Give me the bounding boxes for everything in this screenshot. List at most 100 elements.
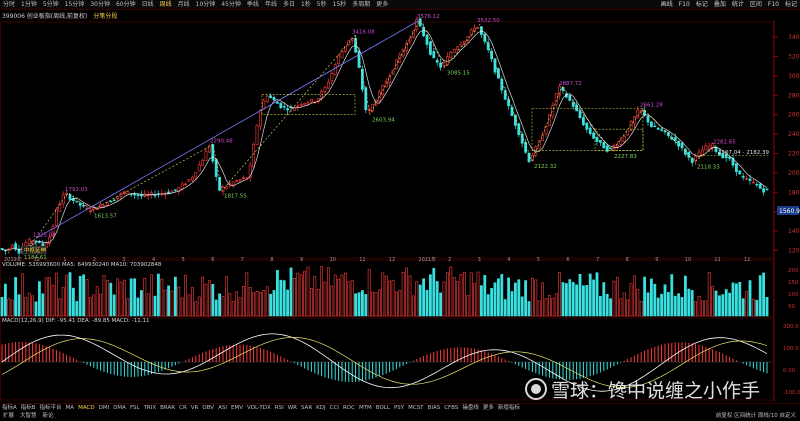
volume-bar (690, 290, 694, 317)
volume-bar (581, 285, 585, 317)
indicator-tab-30[interactable]: 新增指标 (496, 404, 522, 413)
pivot-label-16: 2282.65 (713, 139, 736, 145)
candle-body (595, 137, 599, 142)
indicator-tab-21[interactable]: ROC (341, 404, 357, 413)
indicator-tab-28[interactable]: 操盘线 (460, 404, 481, 413)
indicator-tab-3[interactable]: MA (64, 404, 77, 413)
pivot-label-6: 3416.08 (352, 30, 375, 36)
secondary-tab-0[interactable]: 扩展 (0, 412, 17, 421)
volume-bar (106, 280, 109, 317)
volume-bar (432, 267, 436, 317)
volume-bar (282, 280, 286, 317)
indicator-tab-22[interactable]: MTM (357, 404, 374, 413)
secondary-tab-1[interactable]: 大智慧 (17, 412, 40, 421)
volume-bar (541, 282, 545, 317)
chart-canvas[interactable]: 3400320030002800260024002200200018001600… (0, 0, 800, 403)
volume-bar (520, 296, 524, 317)
volume-bar (755, 299, 759, 317)
volume-bar (248, 287, 252, 317)
volume-bar (4, 283, 7, 317)
volume-bar (350, 280, 354, 317)
candle-body (619, 140, 623, 145)
indicator-tab-18[interactable]: SAR (299, 404, 314, 413)
indicator-tab-6[interactable]: DMA (111, 404, 128, 413)
indicator-tab-13[interactable]: ASI (216, 404, 229, 413)
volume-bar (575, 284, 579, 317)
volume-bar (265, 286, 269, 317)
volume-bar (123, 279, 126, 317)
volume-bar (656, 297, 660, 317)
indicator-tab-7[interactable]: FSL (128, 404, 142, 413)
indicator-tab-9[interactable]: BRAR (158, 404, 177, 413)
volume-bar (153, 295, 157, 317)
volume-bar (561, 282, 565, 317)
indicator-tab-16[interactable]: RSI (273, 404, 286, 413)
indicator-tabs: 指标A 指标B 指标平台 MA MACD DMI DMA FSL TRIX BRAR CR VR OBV… (0, 403, 800, 412)
volume-bar (214, 299, 218, 317)
indicator-tab-25[interactable]: MCST (406, 404, 425, 413)
price-tick-label-1: 3200 (788, 53, 800, 60)
candle-body (745, 178, 749, 180)
indicator-tab-24[interactable]: PSY (392, 404, 406, 413)
zigzag-stroke (21, 19, 717, 253)
volume-bar (286, 289, 290, 317)
volume-bar (289, 267, 293, 317)
candle-body (296, 105, 300, 108)
indicator-tab-4[interactable]: MACD (76, 404, 97, 413)
candle-body (758, 183, 762, 189)
indicator-tab-10[interactable]: CR (177, 404, 189, 413)
candle-body (544, 126, 548, 135)
candle-body (82, 204, 86, 207)
candle-body (541, 134, 545, 141)
candle-body (354, 38, 358, 53)
candle-body (755, 183, 759, 186)
indicator-tab-27[interactable]: CFBS (442, 404, 460, 413)
volume-bar (714, 290, 718, 317)
indicator-tab-15[interactable]: VOL-TDX (245, 404, 273, 413)
pivot-label-9: 3085.15 (447, 71, 470, 77)
candle-body (639, 110, 643, 112)
indicator-tab-26[interactable]: BIAS (426, 404, 443, 413)
indicator-tab-17[interactable]: WR (286, 404, 299, 413)
candle-body (326, 81, 330, 89)
indicator-tab-8[interactable]: TRIX (142, 404, 159, 413)
volume-bar (401, 272, 405, 317)
candle-body (37, 241, 41, 243)
volume-bar (660, 293, 664, 317)
volume-bar (143, 277, 147, 317)
volume-bar (126, 298, 130, 317)
indicator-tab-5[interactable]: DMI (97, 404, 112, 413)
volume-bar (119, 281, 123, 317)
indicator-tab-12[interactable]: OBV (200, 404, 216, 413)
candle-body (751, 181, 755, 184)
time-tick-11: 10 (330, 257, 336, 263)
volume-bar (503, 299, 507, 317)
candle-body (320, 91, 324, 99)
indicator-tab-20[interactable]: CCI (328, 404, 341, 413)
candle-body (432, 51, 436, 59)
volume-bar (211, 284, 215, 317)
secondary-tab-2[interactable]: 新论 (40, 412, 57, 421)
candle-body (683, 148, 687, 155)
candle-body (330, 72, 334, 82)
volume-bar (694, 301, 698, 317)
indicator-tab-23[interactable]: BOLL (374, 404, 392, 413)
candle-body (102, 205, 106, 207)
volume-bar (44, 277, 48, 317)
volume-bar (51, 284, 55, 317)
pivot-label-14: 2661.28 (640, 103, 663, 109)
volume-bar (41, 293, 45, 317)
volume-bar (150, 274, 154, 317)
indicator-tab-11[interactable]: VR (189, 404, 201, 413)
indicator-tab-19[interactable]: KDJ (314, 404, 327, 413)
volume-bar (191, 287, 194, 317)
indicator-tab-14[interactable]: EMV (229, 404, 245, 413)
volume-bar (408, 275, 412, 317)
status-text: 前复权 区间统计 周线/10 自定义 (715, 413, 796, 419)
candle-body (112, 199, 116, 202)
candle-body (303, 103, 307, 106)
time-tick-23: 10 (685, 257, 691, 263)
indicator-tab-29[interactable]: 更多 (481, 404, 496, 413)
volume-bar (673, 295, 677, 317)
candles-group (0, 16, 769, 258)
